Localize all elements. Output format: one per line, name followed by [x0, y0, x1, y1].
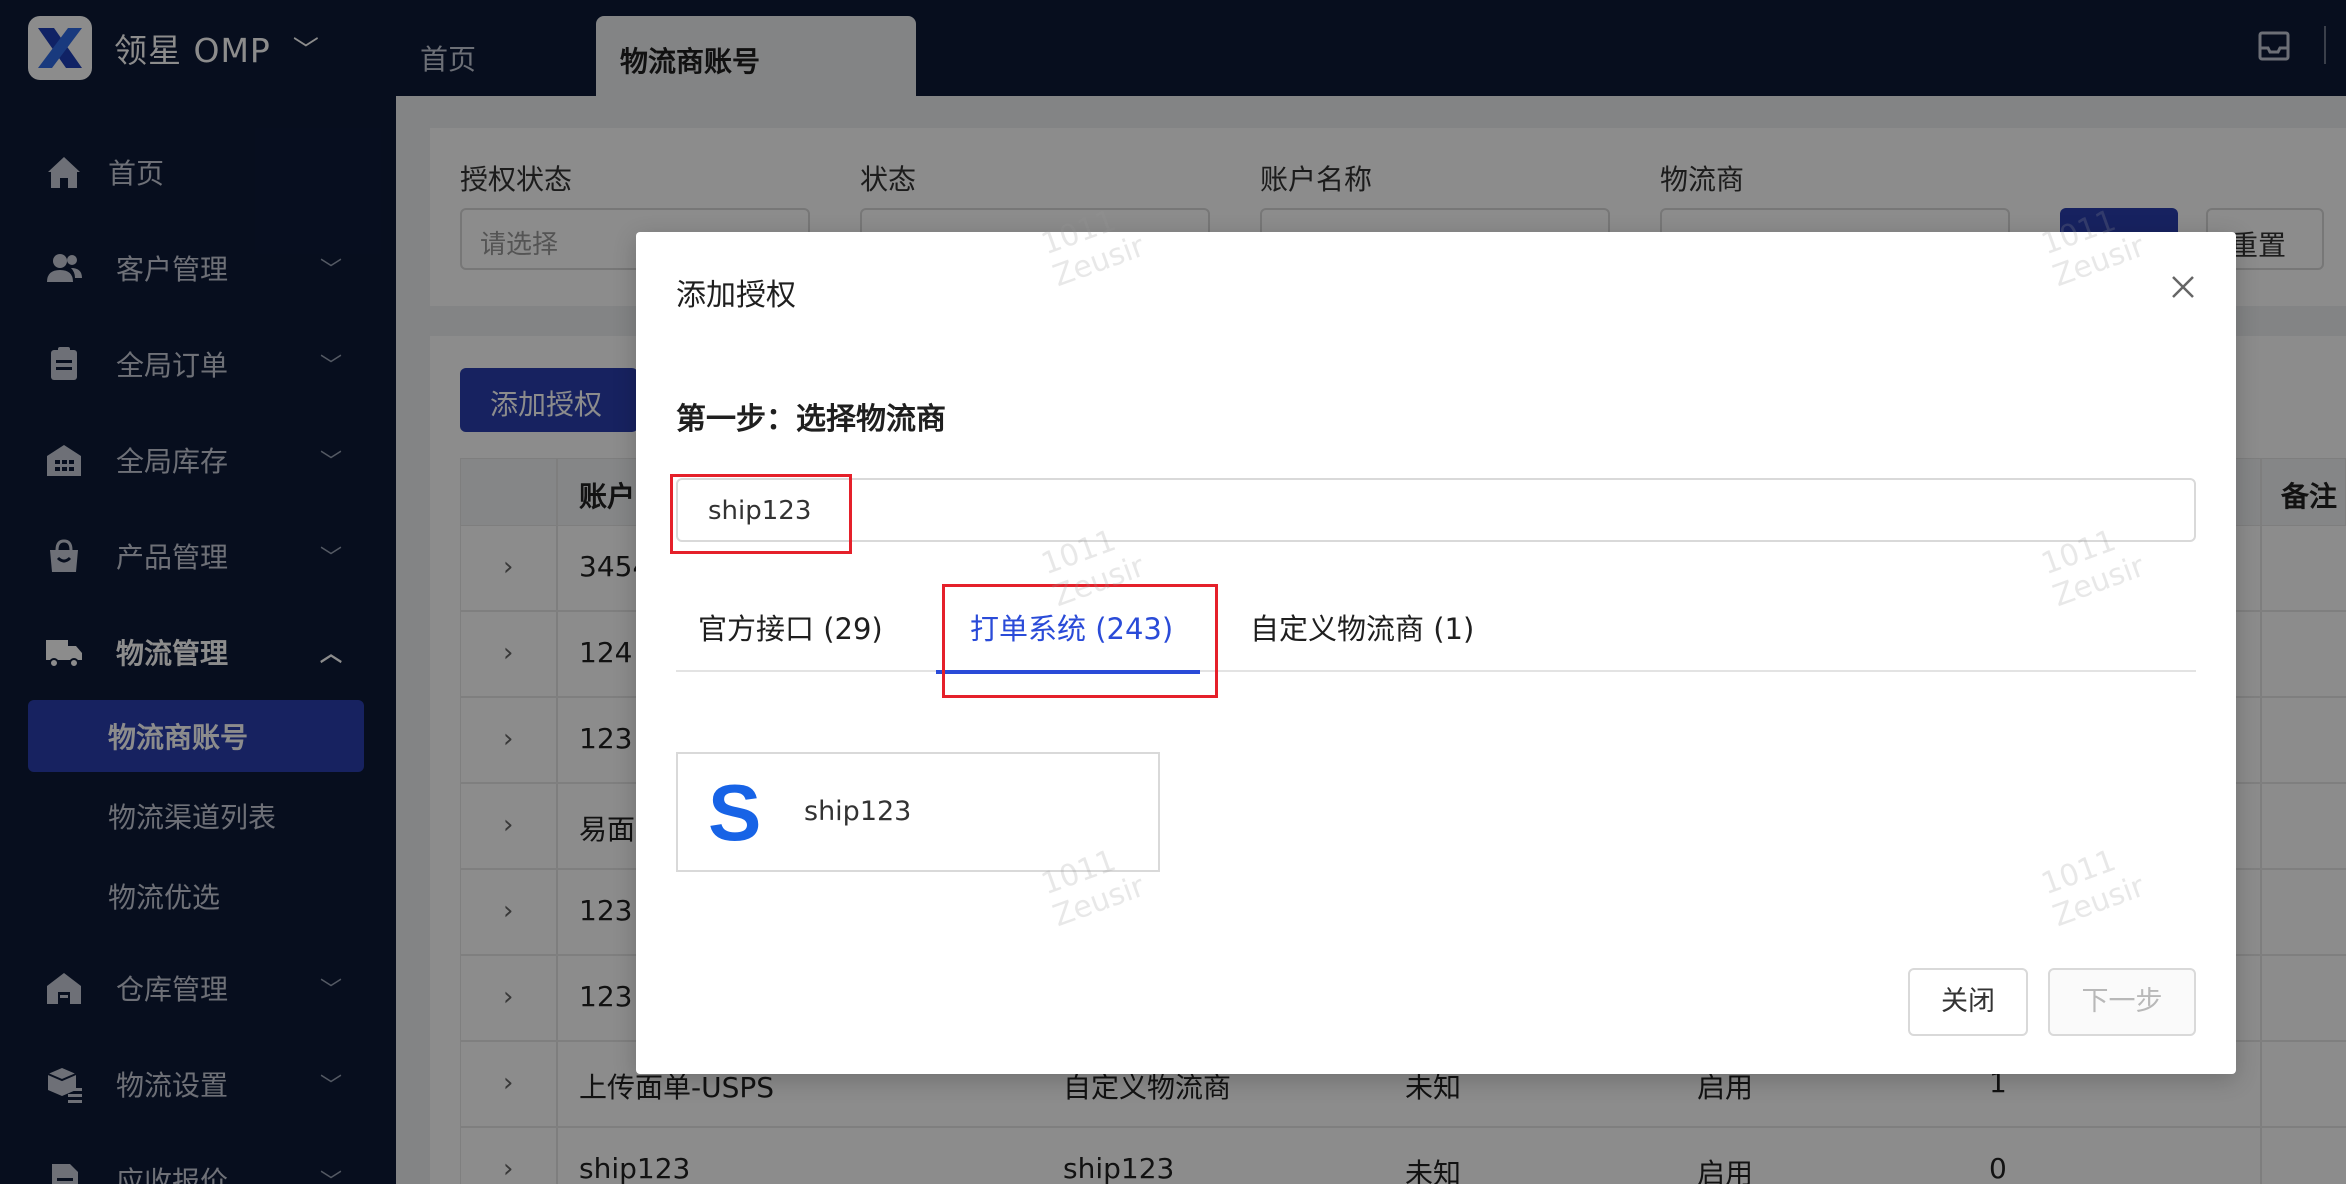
watermark: 1011 Zeusir	[2036, 843, 2150, 935]
tab-official-api[interactable]: 官方接口 (29)	[698, 606, 883, 648]
add-authorization-modal: 添加授权 第一步：选择物流商 ship123 官方接口 (29) 打单系统 (2…	[636, 203, 2236, 1074]
modal-title: 添加授权	[676, 278, 796, 313]
next-step-button[interactable]: 下一步	[2048, 968, 2196, 1036]
carrier-logo: S	[708, 768, 762, 857]
highlight-box-search	[670, 474, 852, 554]
close-icon[interactable]	[2170, 274, 2196, 300]
carrier-search-input[interactable]: ship123	[676, 478, 2196, 542]
carrier-type-tabs: 官方接口 (29) 打单系统 (243) 自定义物流商 (1)	[676, 592, 2196, 674]
carrier-name: ship123	[804, 796, 912, 827]
step-title: 第一步：选择物流商	[676, 402, 946, 437]
tab-custom-carrier[interactable]: 自定义物流商 (1)	[1250, 606, 1474, 648]
close-button[interactable]: 关闭	[1908, 968, 2028, 1036]
